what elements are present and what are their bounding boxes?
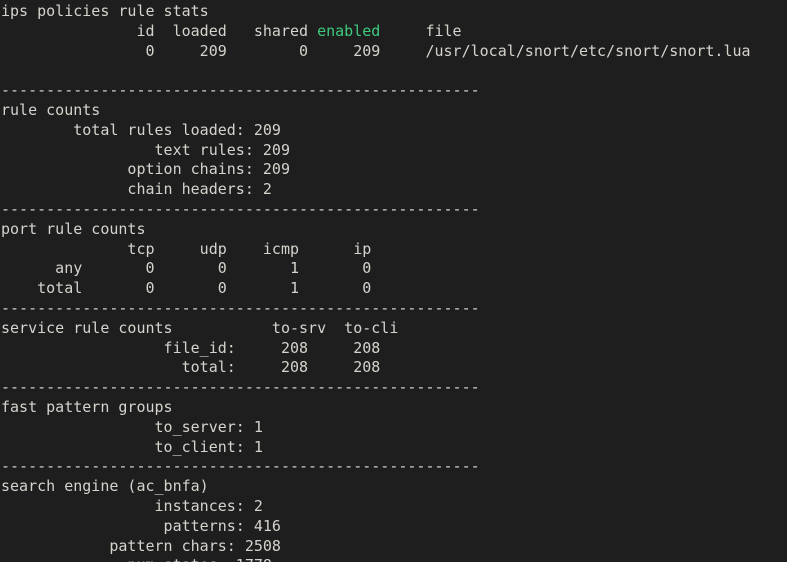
section-title-fast-pattern-groups: fast pattern groups — [1, 397, 173, 416]
search-engine-row: pattern chars: 2508 — [1, 536, 281, 555]
section-title-port-rule-counts: port rule counts — [1, 219, 146, 238]
section-title-service-rule-counts: service rule counts to-srv to-cli — [1, 318, 399, 337]
ips-policies-enabled-header: enabled — [317, 21, 381, 40]
section-title-search-engine: search engine (ac_bnfa) — [1, 477, 209, 496]
search-engine-row: patterns: 416 — [1, 516, 281, 535]
ips-policies-file-header: file — [380, 21, 462, 40]
separator-5: ----------------------------------------… — [1, 457, 480, 476]
separator-3: ----------------------------------------… — [1, 298, 480, 317]
fast-pattern-groups-row: to_client: 1 — [1, 437, 263, 456]
rule-counts-row: chain headers: 2 — [1, 180, 272, 199]
search-engine-row: instances: 2 — [1, 496, 263, 515]
port-rule-counts-row: any 0 0 1 0 — [1, 259, 372, 278]
search-engine-row: num states: 1778 — [1, 556, 787, 562]
service-rule-counts-row: file_id: 208 208 — [1, 338, 381, 357]
fast-pattern-groups-row: to_server: 1 — [1, 417, 263, 436]
ips-policies-header-row: id loaded shared enabled file — [1, 22, 787, 42]
section-title-rule-counts: rule counts — [1, 100, 101, 119]
terminal-window[interactable]: ips policies rule stats id loaded shared… — [0, 0, 787, 562]
ips-policies-values-row: 0 209 0 209 /usr/local/snort/etc/snort/s… — [1, 41, 751, 60]
separator-1: ----------------------------------------… — [1, 81, 480, 100]
section-title-ips-policies: ips policies rule stats — [1, 2, 209, 20]
port-rule-counts-row: total 0 0 1 0 — [1, 279, 372, 298]
rule-counts-row: option chains: 209 — [1, 160, 290, 179]
service-rule-counts-row: total: 208 208 — [1, 358, 381, 377]
rule-counts-row: text rules: 209 — [1, 140, 290, 159]
port-rule-counts-header: tcp udp icmp ip — [1, 239, 372, 258]
separator-2: ----------------------------------------… — [1, 199, 480, 218]
separator-4: ----------------------------------------… — [1, 378, 480, 397]
ips-policies-header-columns: id loaded shared — [1, 21, 318, 40]
blank-line: . — [1, 61, 787, 81]
terminal-screen: ips policies rule stats id loaded shared… — [0, 0, 787, 562]
rule-counts-row: total rules loaded: 209 — [1, 120, 281, 139]
